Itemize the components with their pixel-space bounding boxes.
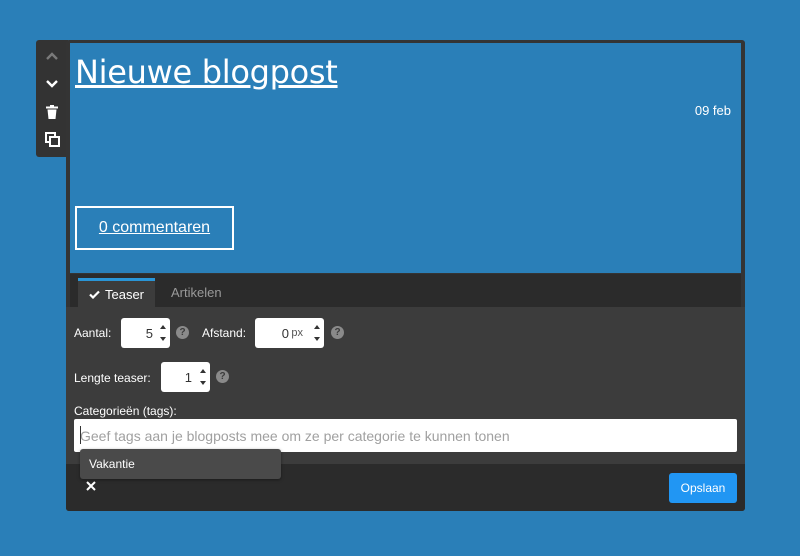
trash-icon: [46, 105, 58, 119]
afstand-label: Afstand:: [202, 326, 247, 340]
afstand-unit: px: [291, 327, 303, 339]
afstand-value: 0: [281, 326, 289, 341]
tab-teaser[interactable]: Teaser: [78, 278, 155, 307]
block-toolbar: [36, 40, 68, 157]
settings-tabs: Teaser Artikelen: [70, 274, 741, 307]
settings-panel: Aantal: 5 ? Afstand: 0 px ? Lengte tease…: [66, 307, 745, 464]
duplicate-button[interactable]: [36, 126, 68, 152]
aantal-help-icon[interactable]: ?: [176, 326, 189, 339]
lengte-teaser-label: Lengte teaser:: [74, 371, 151, 385]
lengte-teaser-stepper[interactable]: 1: [161, 362, 210, 392]
comments-button[interactable]: 0 commentaren: [75, 206, 234, 250]
aantal-spinner[interactable]: [159, 324, 167, 342]
spin-up-icon: [200, 369, 206, 373]
tab-artikelen[interactable]: Artikelen: [171, 278, 222, 307]
spin-up-icon: [314, 325, 320, 329]
spin-up-icon: [160, 325, 166, 329]
aantal-label: Aantal:: [74, 326, 112, 340]
blog-preview: Nieuwe blogpost 09 feb 0 commentaren: [70, 43, 741, 273]
post-date: 09 feb: [694, 103, 731, 118]
aantal-value: 5: [145, 326, 153, 341]
categories-tags-input[interactable]: [74, 419, 737, 452]
tab-teaser-label: Teaser: [104, 286, 145, 302]
categories-label: Categorieën (tags):: [74, 404, 177, 418]
save-button[interactable]: Opslaan: [669, 473, 737, 503]
spin-down-icon: [314, 337, 320, 341]
lengte-teaser-spinner[interactable]: [199, 368, 207, 386]
chevron-up-icon: [46, 52, 58, 60]
afstand-spinner[interactable]: [313, 324, 321, 342]
move-down-button[interactable]: [36, 71, 68, 97]
duplicate-icon: [44, 131, 60, 147]
lengte-teaser-value: 1: [184, 370, 192, 385]
spin-down-icon: [160, 337, 166, 341]
move-up-button[interactable]: [36, 43, 68, 69]
afstand-stepper[interactable]: 0 px: [255, 318, 324, 348]
delete-button[interactable]: [36, 99, 68, 125]
lengte-teaser-help-icon[interactable]: ?: [216, 370, 229, 383]
tag-suggestion-item[interactable]: Vakantie: [80, 449, 281, 479]
post-title-link[interactable]: Nieuwe blogpost: [75, 53, 338, 91]
check-icon: [89, 290, 100, 299]
tab-artikelen-label: Artikelen: [171, 285, 222, 300]
spin-down-icon: [200, 381, 206, 385]
afstand-help-icon[interactable]: ?: [331, 326, 344, 339]
text-caret: [80, 426, 81, 444]
chevron-down-icon: [46, 80, 58, 88]
close-icon[interactable]: [84, 479, 98, 493]
aantal-stepper[interactable]: 5: [121, 318, 170, 348]
